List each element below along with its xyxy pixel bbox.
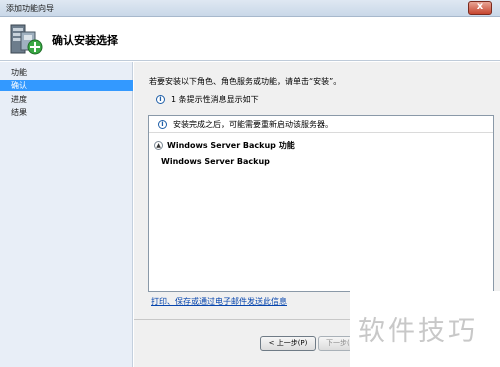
intro-text: 若要安装以下角色、角色服务或功能，请单击“安装”。 [149,77,342,86]
close-icon: x [476,1,484,12]
wizard-header: 确认安装选择 [0,17,500,61]
watermark-text: 软件技巧 [358,316,478,347]
section-title: Windows Server Backup 功能 [167,141,295,150]
watermark: 软件技巧 [350,291,500,367]
window-title: 添加功能向导 [6,4,54,13]
collapse-icon[interactable]: ▲ [154,141,163,150]
sidebar-item-features[interactable]: 功能 [0,67,133,78]
previous-button[interactable]: < 上一步(P) [260,336,316,351]
restart-notice-text: 安装完成之后，可能需要重新启动该服务器。 [173,120,333,129]
print-save-email-link[interactable]: 打印、保存或通过电子邮件发送此信息 [151,296,287,307]
close-button[interactable]: x [468,1,492,15]
sidebar-item-confirm[interactable]: 确认 [0,80,133,91]
page-title: 确认安装选择 [52,34,118,47]
info-message: i 1 条提示性消息显示如下 [156,94,259,105]
wizard-sidebar: 功能 确认 进度 结果 [0,62,133,367]
sidebar-item-progress[interactable]: 进度 [0,94,133,105]
info-icon: i [158,120,167,129]
server-add-icon [10,24,43,55]
info-message-text: 1 条提示性消息显示如下 [171,95,259,104]
feature-item: Windows Server Backup [161,157,270,166]
selection-summary-box[interactable]: i 安装完成之后，可能需要重新启动该服务器。 ▲ Windows Server Ba… [148,115,494,292]
restart-notice: i 安装完成之后，可能需要重新启动该服务器。 [149,116,493,133]
info-icon: i [156,95,165,104]
sidebar-item-results[interactable]: 结果 [0,107,133,118]
feature-section-header[interactable]: ▲ Windows Server Backup 功能 [154,140,295,151]
window-titlebar: 添加功能向导 x [0,0,500,17]
